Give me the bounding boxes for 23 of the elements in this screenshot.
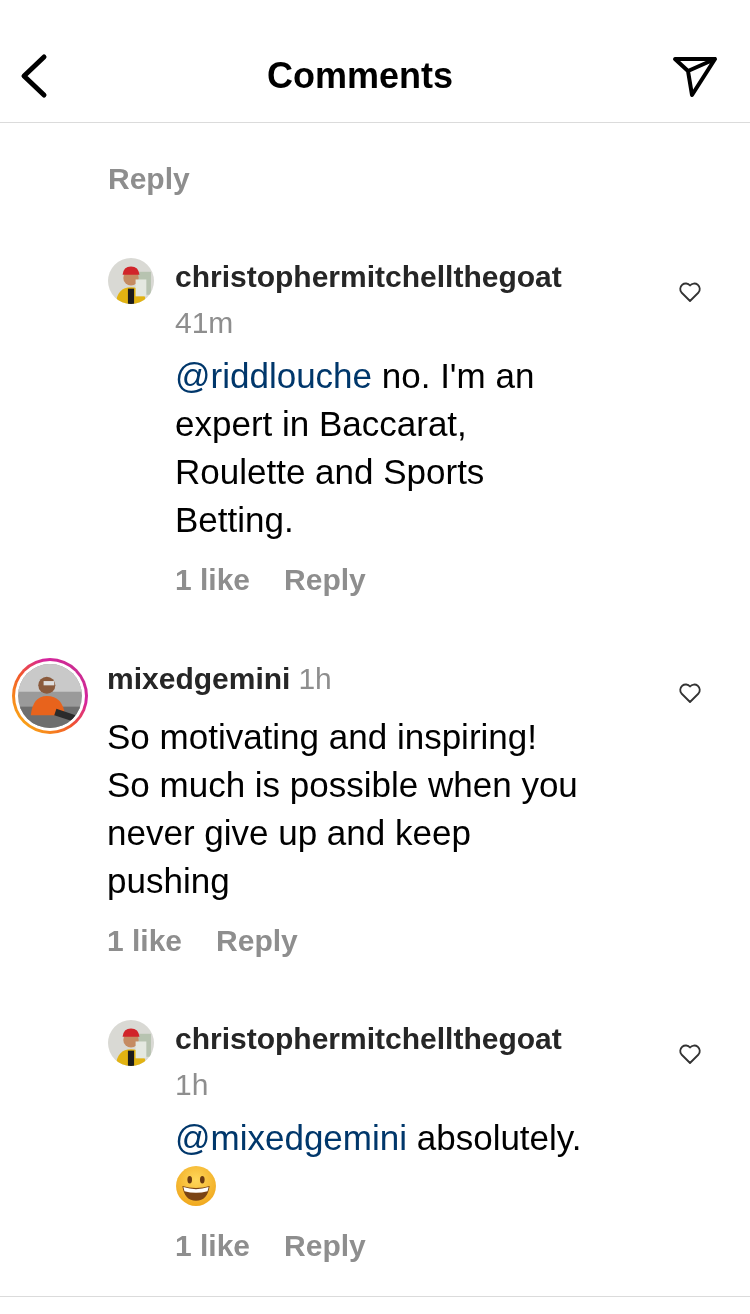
- send-icon[interactable]: [672, 55, 718, 99]
- username[interactable]: mixedgemini: [107, 662, 291, 695]
- heart-icon[interactable]: [678, 682, 702, 704]
- screen-title: Comments: [267, 55, 453, 97]
- username[interactable]: christophermitchellthegoat: [175, 1022, 562, 1055]
- likes-count[interactable]: 1 like: [107, 921, 183, 961]
- comment-text: @mixedgemini absolutely.: [175, 1117, 583, 1159]
- comment-text: So motivating and inspiring! So much is possible when you never give up and keep pushing: [107, 716, 579, 902]
- mention-link[interactable]: @mixedgemini: [175, 1118, 407, 1157]
- likes-count[interactable]: 1 like: [175, 1226, 251, 1266]
- timestamp: 1h: [298, 662, 332, 695]
- heart-icon[interactable]: [678, 1043, 702, 1065]
- timestamp: 1h: [175, 1067, 210, 1103]
- timestamp: 41m: [175, 305, 235, 341]
- reply-link[interactable]: Reply: [216, 921, 298, 961]
- comment-text: @riddlouche no. I'm an expert in Baccarat, Roulette and Sports Betting.: [175, 355, 536, 541]
- mention-link[interactable]: @riddlouche: [175, 356, 373, 395]
- likes-count[interactable]: 1 like: [175, 560, 251, 600]
- reply-link[interactable]: Reply: [108, 159, 190, 199]
- reply-link[interactable]: Reply: [284, 560, 366, 600]
- reply-link[interactable]: Reply: [284, 1226, 366, 1266]
- heart-icon[interactable]: [678, 281, 702, 303]
- username[interactable]: christophermitchellthegoat: [175, 260, 562, 293]
